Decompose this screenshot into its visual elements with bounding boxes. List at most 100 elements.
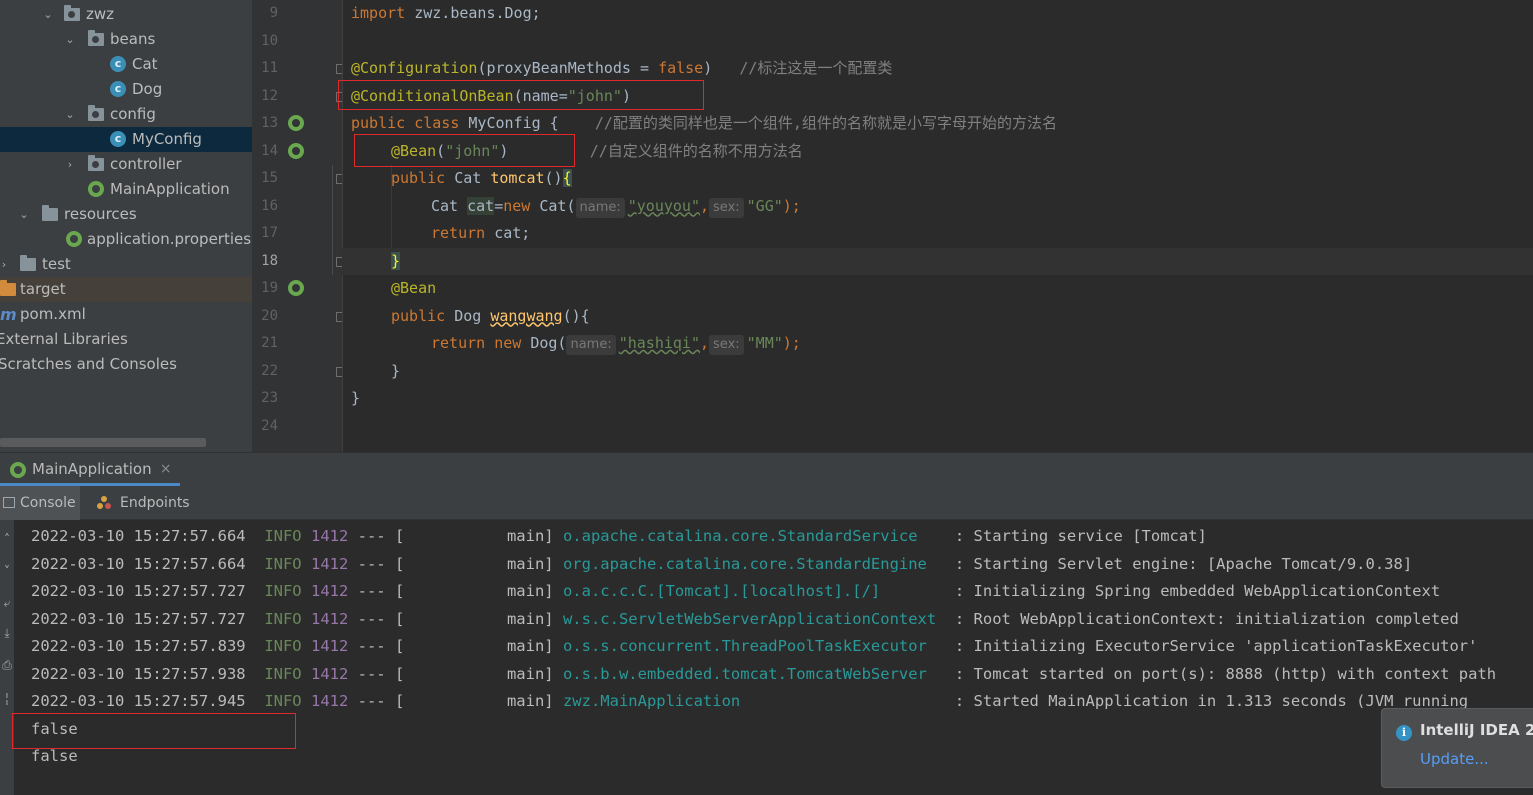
clear-icon[interactable]: ╎ [0,692,14,706]
line-number: 15 [261,170,278,186]
line-number: 14 [261,142,278,159]
run-tab-mainapplication[interactable]: MainApplication × [0,453,180,486]
excluded-folder-icon [0,280,16,296]
chevron-right-icon[interactable]: › [64,152,76,177]
tree-item-controller[interactable]: › controller [0,152,252,177]
code-line-19: @Bean [391,279,437,297]
class-icon: c [110,131,126,147]
log-line: 2022-03-10 15:27:57.664 INFO 1412 --- [ … [31,554,1413,573]
tree-item-scratches[interactable]: Scratches and Consoles [0,352,252,377]
update-link[interactable]: Update... [1420,750,1489,768]
parameter-hint: sex: [709,197,744,218]
tree-item-resources[interactable]: ⌄ resources [0,202,252,227]
tree-item-label: Cat [132,55,158,73]
tree-item-pom[interactable]: m pom.xml [0,302,252,327]
log-line: 2022-03-10 15:27:57.839 INFO 1412 --- [ … [31,637,1478,655]
line-number: 9 [269,5,278,21]
code-line-9: import zwz.beans.Dog; [351,4,541,22]
tree-item-zwz[interactable]: ⌄ zwz [0,2,252,27]
tree-item-beans[interactable]: ⌄ beans [0,27,252,52]
tree-item-config[interactable]: ⌄ config [0,102,252,127]
tree-item-label: MyConfig [132,130,202,148]
project-panel: ⌄ zwz ⌄ beans c Cat c Dog ⌄ config c MyC… [0,0,252,452]
chevron-down-icon[interactable]: ⌄ [18,202,30,227]
tree-item-cat[interactable]: c Cat [0,52,252,77]
console-output[interactable]: 2022-03-10 15:27:57.664 INFO 1412 --- [ … [12,520,1533,795]
horizontal-scrollbar[interactable] [0,438,206,447]
parameter-hint: sex: [709,335,744,355]
tree-item-label: test [42,255,71,273]
chevron-down-icon[interactable]: ⌄ [64,102,76,127]
tree-item-mainapplication[interactable]: MainApplication [0,177,252,202]
tab-endpoints-label: Endpoints [120,495,190,511]
line-number: 13 [261,115,278,131]
tree-item-label: Scratches and Consoles [0,355,177,373]
update-notification[interactable]: i IntelliJ IDEA 20 Update... [1381,708,1533,788]
line-number: 23 [261,390,278,406]
soft-wrap-icon[interactable]: ⤶ [0,596,14,610]
chevron-down-icon[interactable]: ⌄ [42,2,54,27]
line-number: 17 [261,225,278,241]
tree-item-label: resources [64,205,137,223]
tab-console-label: Console [20,495,76,511]
arrow-up-icon[interactable]: ˄ [0,532,14,546]
tree-item-label: zwz [86,5,115,23]
log-line: 2022-03-10 15:27:57.664 INFO 1412 --- [ … [31,527,1207,545]
spring-bean-gutter-icon[interactable] [288,280,304,296]
spring-properties-icon [66,231,82,247]
line-number: 12 [261,87,278,104]
code-line-20: public Dog wangwang(){ [391,306,590,325]
tree-item-myconfig[interactable]: c MyConfig [0,127,252,152]
line-number: 22 [261,362,278,379]
notification-title: IntelliJ IDEA 20 [1420,721,1533,739]
spring-bean-gutter-icon[interactable] [288,115,304,131]
line-number: 20 [261,307,278,324]
package-icon [88,30,104,46]
chevron-right-icon[interactable]: › [0,252,10,277]
log-line: 2022-03-10 15:27:57.727 INFO 1412 --- [ … [31,582,1441,600]
editor-gutter: 9 10 11 12 13 14 15 16 17 18 19 20 21 22… [252,0,346,452]
console-icon [3,497,15,508]
code-editor[interactable]: import zwz.beans.Dog; @Configuration(pro… [332,0,1533,452]
run-tab-label: MainApplication [32,460,152,478]
tree-item-target[interactable]: target [0,277,252,302]
code-line-22: } [391,361,401,380]
package-icon [88,155,104,171]
tab-console[interactable]: Console [0,486,80,520]
spring-boot-icon [88,181,104,197]
resources-folder-icon [42,205,58,221]
code-line-15: public Cat tomcat(){ [391,169,572,187]
folder-icon [20,255,36,271]
tree-item-label: External Libraries [0,330,128,348]
chevron-down-icon[interactable]: ⌄ [64,27,76,52]
tree-item-label: controller [110,155,182,173]
scroll-to-end-icon[interactable]: ⤓ [0,626,14,640]
code-line-11: @Configuration(proxyBeanMethods = false)… [351,59,893,77]
arrow-down-icon[interactable]: ˅ [0,564,14,578]
print-icon[interactable]: ⎙ [0,658,14,672]
info-icon: i [1396,725,1412,741]
tree-item-external-libraries[interactable]: External Libraries [0,327,252,352]
spring-boot-icon [10,462,26,478]
tab-endpoints[interactable]: Endpoints [96,486,196,520]
close-icon[interactable]: × [160,453,172,486]
highlight-box-conditional-on-bean [338,80,704,110]
maven-icon: m [0,305,17,324]
tree-item-application-properties[interactable]: application.properties [0,227,252,252]
log-line: 2022-03-10 15:27:57.938 INFO 1412 --- [ … [31,664,1497,683]
line-number: 10 [261,32,278,49]
run-toolbar: ˄ ˅ ⤶ ⤓ ⎙ ╎ [0,520,14,795]
spring-bean-gutter-icon[interactable] [288,142,304,159]
endpoints-icon [97,496,111,509]
class-icon: c [110,56,126,72]
tree-item-test[interactable]: › test [0,252,252,277]
tree-item-label: config [110,105,156,123]
tree-item-label: MainApplication [110,180,230,198]
tree-item-label: target [20,280,66,298]
tree-item-dog[interactable]: c Dog [0,77,252,102]
run-tool-window-header: MainApplication × [0,452,1533,486]
line-number: 21 [261,335,278,351]
code-line-23: } [351,389,361,407]
class-icon: c [110,81,126,97]
parameter-hint: name: [566,335,616,355]
